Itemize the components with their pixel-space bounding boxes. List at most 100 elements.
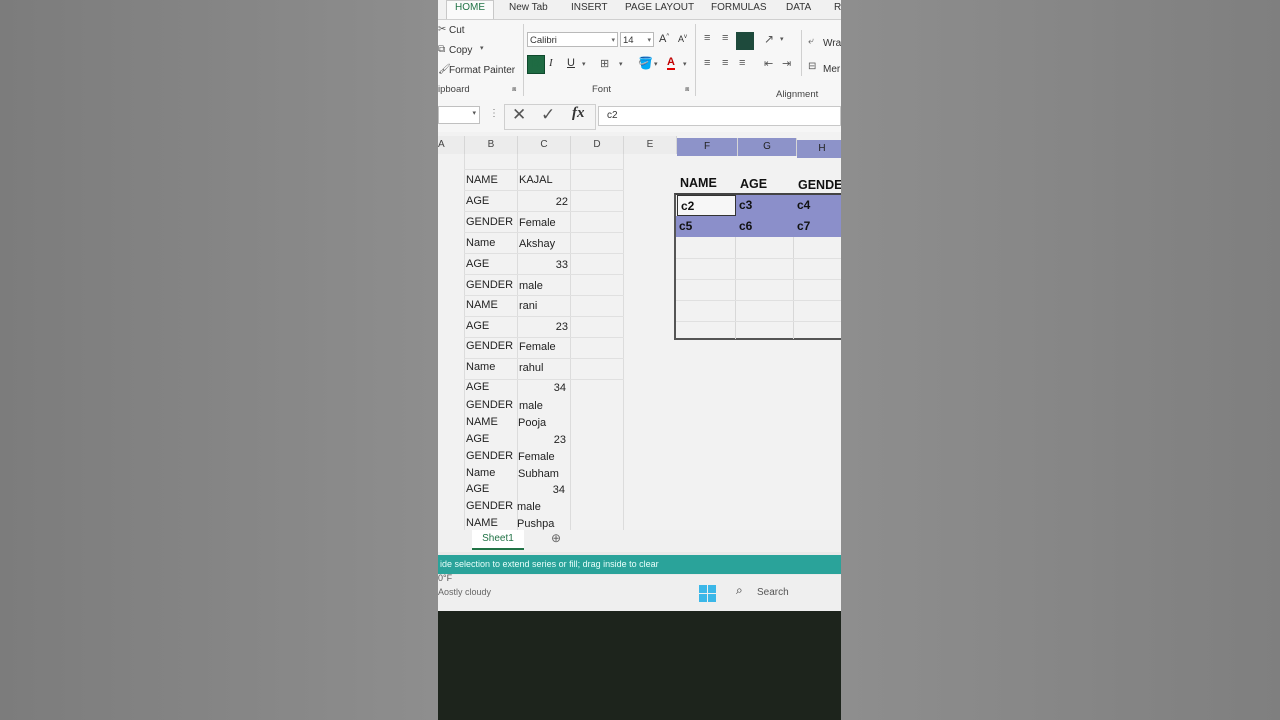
column-header-a[interactable]: A: [438, 136, 465, 154]
copy-button[interactable]: Copy: [449, 45, 472, 56]
cell-b[interactable]: AGE: [466, 195, 489, 207]
font-color-button[interactable]: A: [667, 56, 675, 70]
font-size-select[interactable]: 14 ▾: [620, 32, 654, 47]
chevron-down-icon[interactable]: ▾: [654, 60, 658, 68]
cell-c[interactable]: 23: [519, 321, 568, 333]
column-header-c[interactable]: C: [518, 136, 571, 154]
cell-c[interactable]: Pushpa: [517, 518, 554, 530]
column-header-d[interactable]: D: [571, 136, 624, 154]
add-sheet-icon[interactable]: ⊕: [551, 531, 561, 545]
summary-cell-g3[interactable]: c6: [736, 216, 794, 237]
cell-b[interactable]: GENDER: [466, 216, 513, 228]
summary-cell-g2[interactable]: c3: [736, 195, 794, 216]
cell-b[interactable]: Name: [466, 467, 495, 479]
chevron-down-icon[interactable]: ▾: [472, 109, 476, 117]
cell-c[interactable]: rani: [519, 300, 537, 312]
name-box[interactable]: ▾: [438, 106, 480, 124]
chevron-down-icon[interactable]: ▾: [683, 60, 687, 68]
format-painter-button[interactable]: Format Painter: [449, 65, 515, 76]
cell-c[interactable]: Female: [518, 451, 555, 463]
tab-formulas[interactable]: FORMULAS: [711, 2, 767, 13]
column-header-b[interactable]: B: [465, 136, 518, 154]
summary-cell-f2[interactable]: c2: [677, 195, 736, 216]
cell-b[interactable]: AGE: [466, 483, 489, 495]
shrink-font-button[interactable]: Av: [678, 34, 687, 44]
insert-function-button[interactable]: fx: [572, 105, 585, 122]
cell-c[interactable]: 33: [519, 259, 568, 271]
cell-c[interactable]: Subham: [518, 468, 559, 480]
align-bottom-icon[interactable]: [736, 32, 754, 50]
worksheet-grid[interactable]: A B C D E F G H NAME KAJAL AGE 22 GENDER…: [438, 132, 841, 532]
taskbar-search[interactable]: Search: [757, 587, 789, 598]
cell-b[interactable]: AGE: [466, 381, 489, 393]
borders-icon[interactable]: ⊞: [600, 57, 609, 70]
cancel-icon[interactable]: ✕: [512, 105, 526, 125]
cell-c[interactable]: Female: [519, 217, 556, 229]
cell-b[interactable]: NAME: [466, 517, 498, 529]
increase-indent-icon[interactable]: ⇥: [782, 57, 791, 70]
chevron-down-icon[interactable]: ▾: [780, 35, 784, 43]
cell-c[interactable]: rahul: [519, 362, 543, 374]
column-header-h[interactable]: H: [797, 140, 841, 158]
summary-header-name[interactable]: NAME: [680, 176, 717, 190]
formula-input[interactable]: c2: [598, 106, 841, 126]
merge-button[interactable]: Mer: [823, 64, 840, 75]
cell-c[interactable]: KAJAL: [519, 174, 553, 186]
summary-header-age[interactable]: AGE: [740, 177, 767, 191]
summary-cell-h2[interactable]: c4: [794, 195, 841, 216]
cell-b[interactable]: Name: [466, 237, 495, 249]
cell-c[interactable]: male: [517, 501, 541, 513]
orientation-icon[interactable]: ↗: [764, 32, 774, 46]
cell-b[interactable]: Name: [466, 361, 495, 373]
copy-dropdown-icon[interactable]: ▾: [480, 44, 484, 52]
align-center-icon[interactable]: ≡: [722, 57, 728, 69]
decrease-indent-icon[interactable]: ⇤: [764, 57, 773, 70]
chevron-down-icon[interactable]: ▾: [619, 60, 623, 68]
sheet-tab-sheet1[interactable]: Sheet1: [472, 530, 524, 550]
cell-b[interactable]: NAME: [466, 416, 498, 428]
cell-b[interactable]: NAME: [466, 299, 498, 311]
search-icon[interactable]: ⌕: [736, 583, 743, 598]
tab-insert[interactable]: INSERT: [571, 2, 608, 13]
cell-b[interactable]: AGE: [466, 433, 489, 445]
cell-b[interactable]: GENDER: [466, 340, 513, 352]
chevron-down-icon[interactable]: ▾: [582, 60, 586, 68]
cell-c[interactable]: 22: [519, 196, 568, 208]
cell-b[interactable]: GENDER: [466, 450, 513, 462]
grow-font-button[interactable]: A^: [659, 33, 669, 45]
underline-button[interactable]: U: [567, 57, 575, 69]
cell-c[interactable]: 23: [518, 434, 566, 446]
summary-cell-h3[interactable]: c7: [794, 216, 841, 237]
dialog-launcher-icon[interactable]: ⧈: [685, 86, 689, 94]
fill-color-icon[interactable]: 🪣: [638, 56, 653, 70]
summary-cell-f3[interactable]: c5: [676, 216, 736, 237]
cell-c[interactable]: male: [519, 400, 543, 412]
cell-c[interactable]: Female: [519, 341, 556, 353]
summary-header-gender[interactable]: GENDE: [798, 178, 841, 192]
align-right-icon[interactable]: ≡: [739, 57, 745, 69]
tab-review[interactable]: RI: [834, 2, 841, 13]
column-header-f[interactable]: F: [677, 138, 738, 156]
enter-check-icon[interactable]: ✓: [541, 105, 555, 125]
column-header-g[interactable]: G: [738, 138, 797, 156]
tab-new-tab[interactable]: New Tab: [509, 2, 548, 13]
cell-b[interactable]: GENDER: [466, 279, 513, 291]
align-top-icon[interactable]: ≡: [704, 32, 710, 44]
windows-start-icon[interactable]: [699, 585, 716, 602]
cell-c[interactable]: Akshay: [519, 238, 555, 250]
tab-data[interactable]: DATA: [786, 2, 811, 13]
wrap-text-button[interactable]: Wra: [823, 38, 841, 49]
column-header-e[interactable]: E: [624, 136, 677, 154]
tab-page-layout[interactable]: PAGE LAYOUT: [625, 2, 694, 13]
cell-b[interactable]: AGE: [466, 258, 489, 270]
cell-b[interactable]: GENDER: [466, 399, 513, 411]
cell-b[interactable]: GENDER: [466, 500, 513, 512]
align-left-icon[interactable]: ≡: [704, 57, 710, 69]
cell-b[interactable]: NAME: [466, 174, 498, 186]
cell-c[interactable]: 34: [518, 484, 565, 496]
cell-c[interactable]: 34: [519, 382, 566, 394]
bold-button[interactable]: B: [527, 55, 545, 74]
cell-b[interactable]: AGE: [466, 320, 489, 332]
dialog-launcher-icon[interactable]: ⧈: [512, 86, 516, 94]
cell-c[interactable]: Pooja: [518, 417, 546, 429]
